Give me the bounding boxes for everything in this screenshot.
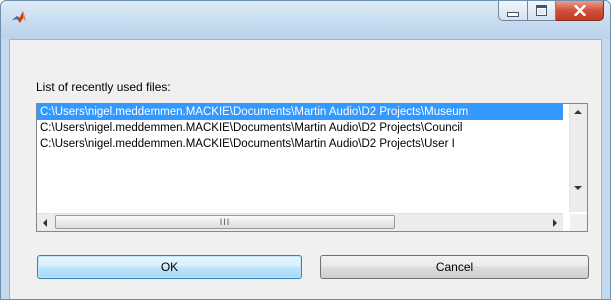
scroll-down-icon[interactable] — [574, 186, 582, 190]
window-controls — [498, 1, 604, 23]
list-item-file-3[interactable]: C:\Users\nigel.meddemmen.MACKIE\Document… — [37, 136, 563, 152]
dialog-window: List of recently used files: C:\Users\ni… — [0, 0, 611, 300]
scroll-up-icon[interactable] — [574, 110, 582, 114]
matlab-icon — [11, 9, 27, 25]
scroll-left-icon[interactable] — [43, 219, 47, 227]
close-button[interactable] — [556, 1, 604, 21]
list-label: List of recently used files: — [36, 80, 171, 94]
list-item-file-2[interactable]: C:\Users\nigel.meddemmen.MACKIE\Document… — [37, 120, 563, 136]
horizontal-scroll-thumb[interactable]: III — [55, 215, 395, 229]
scroll-right-icon[interactable] — [553, 219, 557, 227]
ok-button[interactable]: OK — [37, 255, 302, 279]
minimize-button[interactable] — [498, 1, 528, 21]
dialog-body: List of recently used files: C:\Users\ni… — [9, 39, 602, 299]
minimize-icon — [507, 12, 519, 17]
title-bar[interactable] — [1, 1, 610, 39]
scroll-grip: III — [219, 217, 231, 227]
maximize-button[interactable] — [528, 1, 556, 21]
maximize-icon — [536, 5, 547, 16]
recent-files-list: C:\Users\nigel.meddemmen.MACKIE\Document… — [37, 104, 563, 212]
close-icon — [573, 5, 586, 16]
vertical-scrollbar[interactable] — [569, 104, 587, 212]
cancel-button[interactable]: Cancel — [320, 255, 589, 279]
recent-files-listbox[interactable]: C:\Users\nigel.meddemmen.MACKIE\Document… — [36, 103, 588, 232]
list-item-file-1[interactable]: C:\Users\nigel.meddemmen.MACKIE\Document… — [37, 104, 563, 120]
scroll-corner — [570, 214, 587, 231]
horizontal-scrollbar[interactable]: III — [37, 213, 563, 231]
